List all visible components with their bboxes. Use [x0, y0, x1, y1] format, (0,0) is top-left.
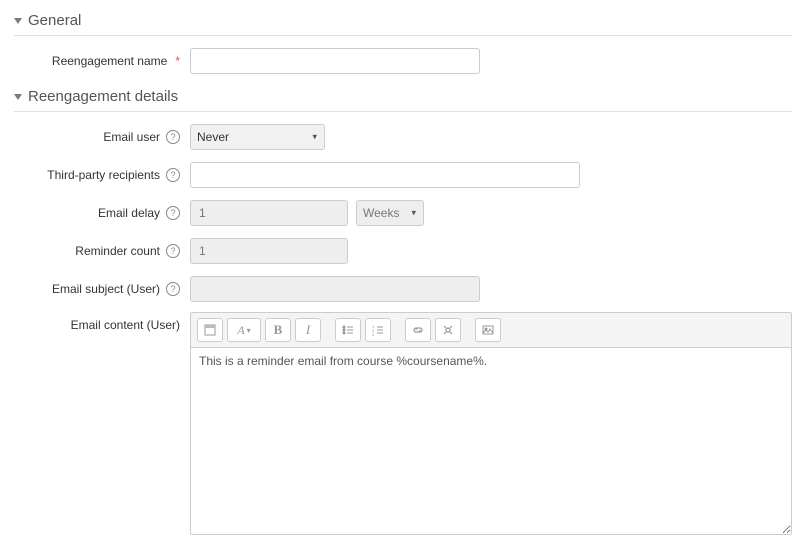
help-icon[interactable]: ? [166, 130, 180, 144]
label-text: Email content (User) [71, 318, 180, 332]
row-email-user: Email user ? Never [14, 122, 792, 152]
email-content-user-textarea[interactable]: This is a reminder email from course %co… [191, 348, 791, 534]
help-icon[interactable]: ? [166, 244, 180, 258]
chevron-down-icon [14, 94, 22, 100]
toolbar-expand-icon[interactable] [197, 318, 223, 342]
label-text: Email delay [98, 206, 160, 220]
third-party-input[interactable] [190, 162, 580, 188]
help-icon[interactable]: ? [166, 282, 180, 296]
label-third-party: Third-party recipients ? [14, 168, 190, 182]
label-text: Email subject (User) [52, 282, 160, 296]
editor-toolbar: A▾ B I 123 [191, 313, 791, 348]
label-reengagement-name: Reengagement name * [14, 54, 190, 68]
label-reminder-count: Reminder count ? [14, 244, 190, 258]
email-user-select[interactable]: Never [190, 124, 325, 150]
section-general-header[interactable]: General [14, 8, 792, 36]
toolbar-italic-icon[interactable]: I [295, 318, 321, 342]
toolbar-link-icon[interactable] [405, 318, 431, 342]
svg-text:3: 3 [372, 332, 375, 336]
toolbar-numbered-list-icon[interactable]: 123 [365, 318, 391, 342]
label-email-content-user: Email content (User) [14, 312, 190, 332]
toolbar-unlink-icon[interactable] [435, 318, 461, 342]
label-text: Third-party recipients [47, 168, 160, 182]
email-delay-qty-input[interactable] [190, 200, 348, 226]
row-email-subject-user: Email subject (User) ? [14, 274, 792, 304]
row-third-party: Third-party recipients ? [14, 160, 792, 190]
help-icon[interactable]: ? [166, 168, 180, 182]
label-text: Reengagement name [52, 54, 167, 68]
reminder-count-input[interactable] [190, 238, 348, 264]
row-email-delay: Email delay ? Weeks [14, 198, 792, 228]
row-reengagement-name: Reengagement name * [14, 46, 792, 76]
label-email-delay: Email delay ? [14, 206, 190, 220]
label-email-subject-user: Email subject (User) ? [14, 282, 190, 296]
row-reminder-count: Reminder count ? [14, 236, 792, 266]
required-marker: * [175, 54, 180, 68]
help-icon[interactable]: ? [166, 206, 180, 220]
label-email-user: Email user ? [14, 130, 190, 144]
email-subject-user-input[interactable] [190, 276, 480, 302]
toolbar-bullet-list-icon[interactable] [335, 318, 361, 342]
reengagement-name-input[interactable] [190, 48, 480, 74]
section-title: Reengagement details [28, 88, 178, 105]
label-text: Email user [103, 130, 160, 144]
label-text: Reminder count [75, 244, 160, 258]
section-details-header[interactable]: Reengagement details [14, 84, 792, 112]
chevron-down-icon [14, 18, 22, 24]
email-delay-unit-select[interactable]: Weeks [356, 200, 424, 226]
toolbar-font-icon[interactable]: A▾ [227, 318, 261, 342]
toolbar-image-icon[interactable] [475, 318, 501, 342]
section-title: General [28, 12, 81, 29]
toolbar-bold-icon[interactable]: B [265, 318, 291, 342]
